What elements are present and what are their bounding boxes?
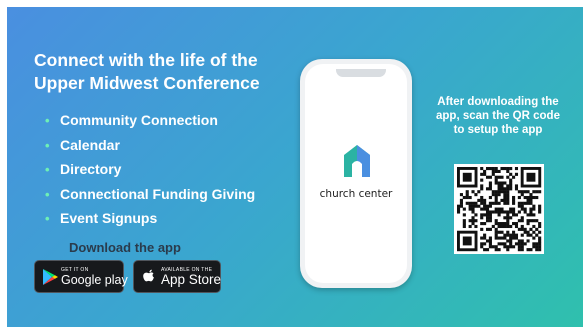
qr-instructions: After downloading the app, scan the QR c… xyxy=(436,96,560,136)
bullet-icon: • xyxy=(45,186,50,202)
qr-code xyxy=(454,164,544,254)
bullet-icon: • xyxy=(45,162,50,177)
google-play-big-text: Google play xyxy=(61,273,128,287)
page: Connect with the life of the Upper Midwe… xyxy=(0,0,586,331)
church-center-logo-icon xyxy=(344,145,370,177)
feature-list: • Community Connection • Calendar • Directo… xyxy=(45,108,255,231)
feature-item: • Directory xyxy=(45,157,255,182)
feature-item: • Connectional Funding Giving xyxy=(45,182,255,207)
feature-item: • Calendar xyxy=(45,133,255,158)
promo-banner: Connect with the life of the Upper Midwe… xyxy=(7,7,583,327)
google-play-button[interactable]: GET IT ON Google play xyxy=(34,260,128,293)
headline: Connect with the life of the Upper Midwe… xyxy=(34,50,260,93)
feature-item: • Community Connection xyxy=(45,108,255,133)
google-play-icon xyxy=(43,269,58,285)
top-strip xyxy=(0,0,586,7)
bullet-icon: • xyxy=(45,211,50,226)
app-store-button[interactable]: AVAILABLE ON THE App Store xyxy=(133,260,221,293)
download-label: Download the app xyxy=(69,240,181,255)
phone-notch xyxy=(336,69,386,77)
qr-code-icon xyxy=(457,167,542,252)
app-store-big-text: App Store xyxy=(161,272,222,287)
app-name: church center xyxy=(319,188,393,200)
phone-screen: church center xyxy=(305,64,407,283)
bullet-icon: • xyxy=(45,113,50,128)
phone-mockup: church center xyxy=(300,59,412,288)
apple-icon xyxy=(143,269,154,282)
feature-item: • Event Signups xyxy=(45,206,255,231)
bullet-icon: • xyxy=(45,137,50,153)
